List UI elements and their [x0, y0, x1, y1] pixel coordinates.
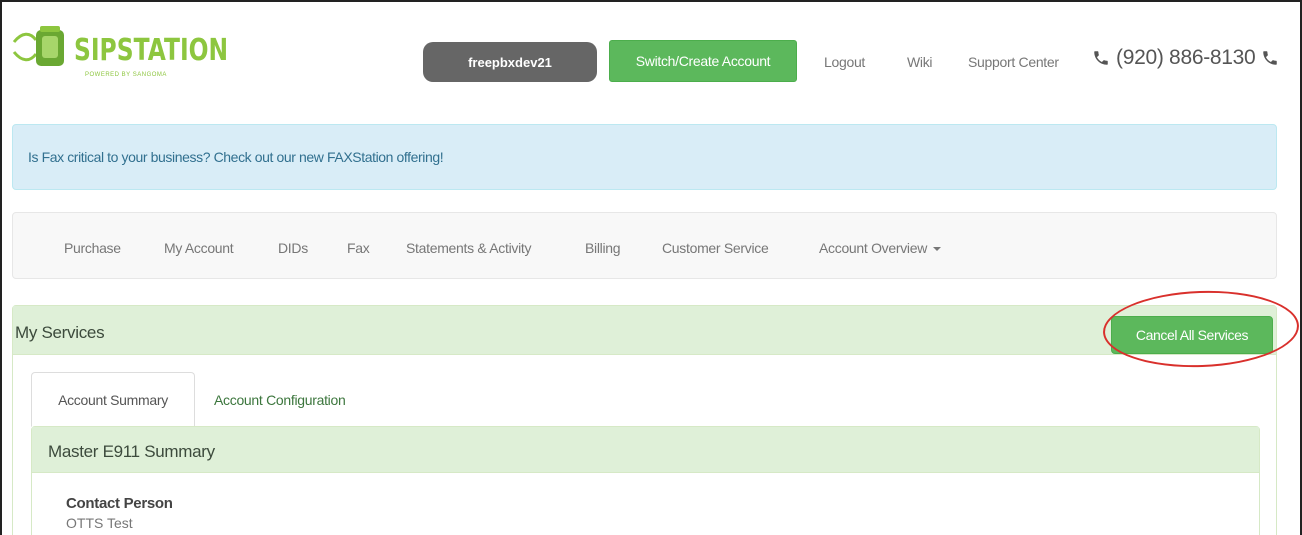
e911-summary-header: Master E911 Summary [32, 427, 1259, 473]
nav-item-fax[interactable]: Fax [347, 240, 370, 256]
fax-promo-alert: Is Fax critical to your business? Check … [12, 124, 1277, 190]
alert-text[interactable]: Is Fax critical to your business? Check … [28, 149, 444, 165]
logo-wordmark: SIPSTATION [74, 33, 229, 68]
logo-mark-icon [12, 26, 64, 66]
contact-person-label: Contact Person [66, 495, 173, 512]
tab-account-configuration[interactable]: Account Configuration [214, 372, 346, 427]
nav-item-customer-service[interactable]: Customer Service [662, 240, 769, 256]
nav-item-dids[interactable]: DIDs [278, 240, 308, 256]
current-account-pill[interactable]: freepbxdev21 [423, 42, 597, 82]
services-tabs: Account Summary Account Configuration [31, 372, 1261, 427]
nav-item-billing[interactable]: Billing [585, 240, 621, 256]
support-center-link[interactable]: Support Center [968, 54, 1059, 70]
e911-summary-title: Master E911 Summary [48, 442, 215, 461]
sipstation-logo[interactable]: SIPSTATION POWERED BY SANGOMA [12, 24, 228, 78]
logout-link[interactable]: Logout [824, 54, 865, 70]
chevron-down-icon [933, 247, 942, 252]
phone-icon [1094, 51, 1108, 65]
my-services-header: My Services Cancel All Services [13, 287, 1301, 371]
nav-item-purchase[interactable]: Purchase [64, 240, 121, 256]
my-services-panel: My Services Cancel All Services Account … [12, 287, 1301, 535]
top-header: SIPSTATION POWERED BY SANGOMA freepbxdev… [2, 2, 1298, 106]
phone-icon [1263, 51, 1278, 65]
support-phone: (920) 886-8130 [1092, 46, 1279, 70]
logo-tagline: POWERED BY SANGOMA [85, 72, 167, 78]
phone-number: (920) 886-8130 [1116, 46, 1256, 69]
e911-summary-panel: Master E911 Summary Contact Person OTTS … [31, 426, 1260, 535]
wiki-link[interactable]: Wiki [907, 54, 933, 70]
nav-item-account-overview-label: Account Overview [819, 240, 928, 256]
nav-item-statements-activity[interactable]: Statements & Activity [406, 240, 532, 256]
contact-person-value: OTTS Test [66, 515, 133, 531]
nav-item-account-overview[interactable]: Account Overview [819, 240, 942, 256]
main-nav: Purchase My Account DIDs Fax Statements … [12, 212, 1277, 279]
nav-item-my-account[interactable]: My Account [164, 240, 234, 256]
my-services-title: My Services [15, 323, 105, 342]
switch-create-account-button[interactable]: Switch/Create Account [609, 40, 797, 82]
tab-account-summary[interactable]: Account Summary [31, 372, 195, 427]
